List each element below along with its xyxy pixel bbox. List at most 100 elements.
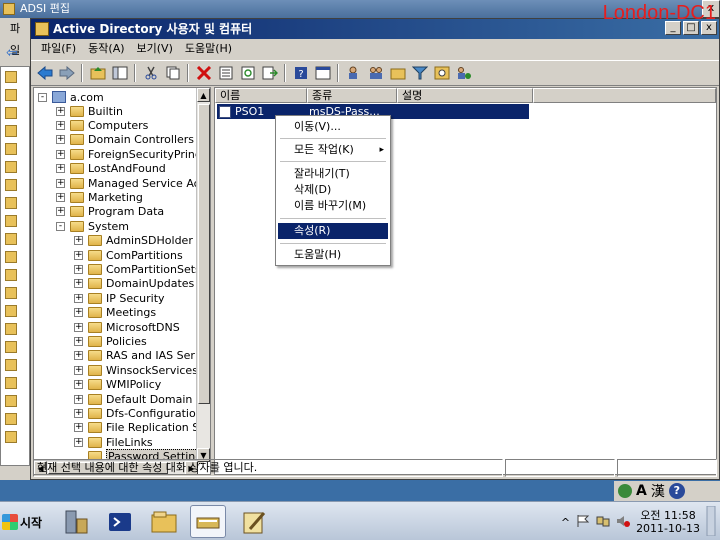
add-user-icon[interactable] — [344, 64, 363, 83]
tree-item[interactable]: + FileLinks — [74, 435, 153, 449]
tree-item[interactable]: + RAS and IAS Ser — [74, 349, 195, 363]
tree-expander[interactable]: + — [56, 149, 65, 159]
tree-expander[interactable]: + — [56, 207, 65, 217]
tree-item[interactable]: + Domain Controllers — [56, 133, 194, 147]
tree-expander[interactable]: + — [74, 236, 83, 246]
tree-expander[interactable]: + — [74, 408, 83, 418]
menu-item-delete[interactable]: 삭제(D) — [278, 182, 388, 198]
ad-users-icon[interactable] — [190, 505, 226, 538]
tree-expander[interactable]: + — [74, 293, 83, 303]
filter-icon[interactable] — [410, 64, 429, 83]
refresh-icon[interactable] — [238, 64, 257, 83]
tree-expander[interactable]: - — [38, 92, 47, 102]
console-icon[interactable] — [313, 64, 332, 83]
tree-expander[interactable]: + — [56, 106, 65, 116]
tree-item[interactable]: + Program Data — [56, 205, 164, 219]
help-icon[interactable]: ? — [291, 64, 310, 83]
tree-expander[interactable]: + — [74, 380, 83, 390]
tree-item[interactable]: + LostAndFound — [56, 162, 166, 176]
adsi-menu-file[interactable]: 파일 — [0, 18, 30, 57]
flag-icon[interactable] — [576, 514, 590, 531]
tree-expander[interactable]: + — [74, 394, 83, 404]
explorer-icon[interactable] — [146, 505, 182, 538]
adsi-back-icon[interactable]: ⇦ — [6, 45, 18, 61]
tree-expander[interactable]: + — [56, 135, 65, 145]
menu-help[interactable]: 도움말(H) — [179, 39, 238, 59]
tree-expander[interactable]: - — [56, 221, 65, 231]
menu-file[interactable]: 파일(F) — [35, 39, 82, 59]
tree-expander[interactable]: + — [56, 178, 65, 188]
tree-expander[interactable]: + — [56, 164, 65, 174]
tree-item[interactable]: + Meetings — [74, 306, 156, 320]
tree-expander[interactable]: + — [74, 264, 83, 274]
tree-vertical-scrollbar[interactable]: ▲ ▼ — [196, 88, 210, 462]
cut-icon[interactable] — [141, 64, 160, 83]
back-arrow-icon[interactable] — [35, 64, 54, 83]
tree-item[interactable]: + Computers — [56, 118, 148, 132]
tree-expander[interactable]: + — [74, 279, 83, 289]
tree-item[interactable]: + Marketing — [56, 190, 143, 204]
menu-item-move[interactable]: 이동(V)... — [278, 119, 388, 135]
ime-hanja-button[interactable]: 漢 — [651, 481, 665, 501]
tree-expander[interactable]: + — [74, 423, 83, 433]
tree-item[interactable]: + Managed Service Ac — [56, 176, 200, 190]
start-button[interactable]: 시작 — [2, 510, 42, 534]
add-ou-icon[interactable] — [388, 64, 407, 83]
delete-icon[interactable] — [194, 64, 213, 83]
tree-item[interactable]: + File Replication S — [74, 421, 199, 435]
properties-icon[interactable] — [216, 64, 235, 83]
menu-item-cut[interactable]: 잘라내기(T) — [278, 166, 388, 182]
tree-item[interactable]: + ComPartitionSets — [74, 262, 201, 276]
tree-item[interactable]: + ForeignSecurityPrinc — [56, 147, 201, 161]
tree-expander[interactable]: + — [56, 120, 65, 130]
tree-item[interactable]: + Builtin — [56, 104, 123, 118]
tree-item[interactable]: + AdminSDHolder — [74, 234, 193, 248]
menu-item-all-tasks[interactable]: 모든 작업(K) ▸ — [278, 142, 388, 158]
tree-item[interactable]: + WMIPolicy — [74, 378, 161, 392]
tree-item[interactable]: + IP Security — [74, 291, 165, 305]
tree-expander[interactable]: + — [74, 336, 83, 346]
find-icon[interactable] — [432, 64, 451, 83]
tree-item[interactable]: - System — [56, 219, 129, 233]
clock[interactable]: 오전 11:58 2011-10-13 — [636, 509, 700, 535]
forward-arrow-icon[interactable] — [57, 64, 76, 83]
network-icon[interactable] — [596, 514, 610, 531]
show-pane-icon[interactable] — [110, 64, 129, 83]
column-header-name[interactable]: 이름 — [215, 88, 307, 103]
tree-item[interactable]: + ComPartitions — [74, 248, 183, 262]
tree-item[interactable]: + DomainUpdates — [74, 277, 194, 291]
tree-expander[interactable]: + — [56, 192, 65, 202]
copy-icon[interactable] — [163, 64, 182, 83]
tree-scroll-thumb[interactable] — [198, 104, 210, 404]
adsi-edit-icon[interactable] — [236, 505, 272, 538]
menu-item-help[interactable]: 도움말(H) — [278, 247, 388, 263]
menu-view[interactable]: 보기(V) — [131, 39, 179, 59]
menu-action[interactable]: 동작(A) — [82, 39, 130, 59]
speaker-muted-icon[interactable] — [616, 514, 631, 531]
tree-item[interactable]: + MicrosoftDNS — [74, 320, 180, 334]
column-header-description[interactable]: 설명 — [397, 88, 533, 103]
scroll-up-icon[interactable]: ▲ — [197, 88, 210, 102]
ime-alpha-button[interactable]: A — [636, 483, 647, 499]
add-group-icon[interactable] — [366, 64, 385, 83]
export-icon[interactable] — [260, 64, 279, 83]
tree-root-domain[interactable]: - a.com — [38, 90, 104, 104]
tree-item[interactable]: + Default Domain F — [74, 392, 202, 406]
tree-expander[interactable]: + — [74, 365, 83, 375]
tree-item[interactable]: + WinsockServices — [74, 363, 198, 377]
up-folder-icon[interactable] — [88, 64, 107, 83]
server-manager-icon[interactable] — [58, 505, 94, 538]
tree-expander[interactable]: + — [74, 250, 83, 260]
notification-icon[interactable] — [706, 505, 716, 539]
menu-item-rename[interactable]: 이름 바꾸기(M) — [278, 198, 388, 214]
menu-item-properties[interactable]: 속성(R) — [278, 223, 388, 239]
help-icon[interactable]: ? — [668, 483, 685, 499]
tree-item[interactable]: + Dfs-Configuration — [74, 406, 203, 420]
column-header-type[interactable]: 종류 — [307, 88, 397, 103]
tree-expander[interactable]: + — [74, 322, 83, 332]
tree-expander[interactable]: + — [74, 351, 83, 361]
powershell-icon[interactable] — [102, 505, 138, 538]
tray-chevron-icon[interactable]: ^ — [561, 516, 570, 529]
move-icon[interactable] — [454, 64, 473, 83]
tree-expander[interactable]: + — [74, 308, 83, 318]
